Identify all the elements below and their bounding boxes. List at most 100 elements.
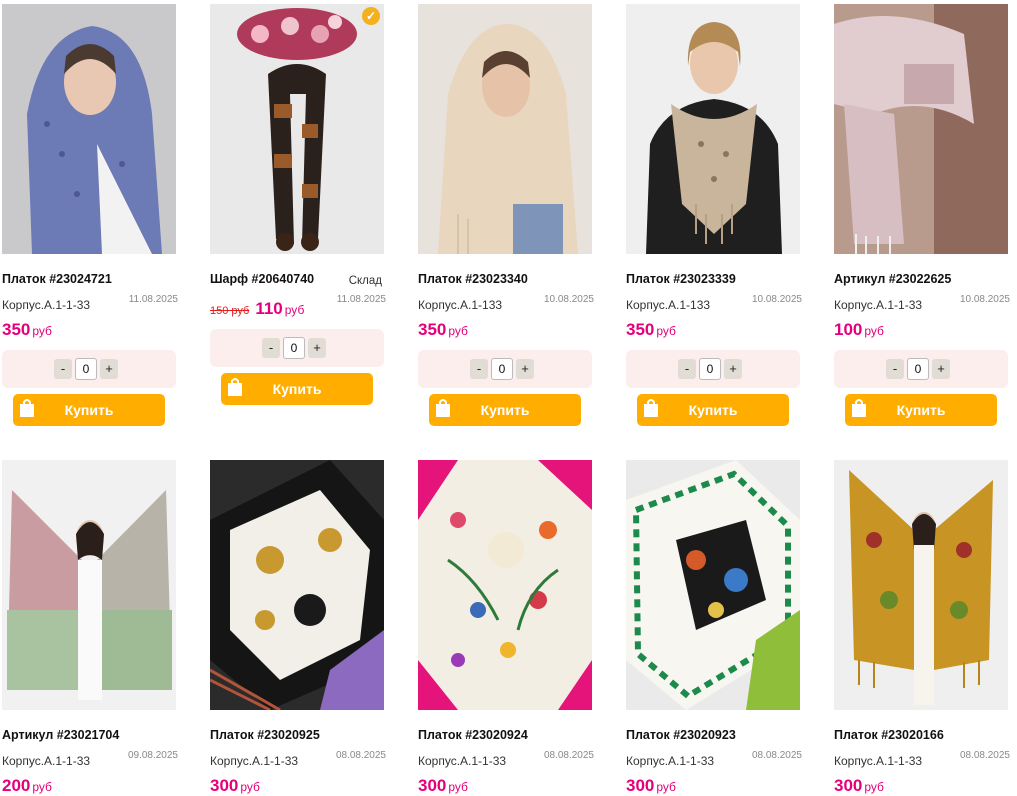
decrease-button[interactable]: - — [54, 359, 72, 379]
buy-button[interactable]: Купить — [13, 394, 165, 426]
price-value: 350 — [626, 320, 655, 339]
price-currency: руб — [864, 780, 884, 794]
product-title[interactable]: Платок #23024721 — [2, 272, 112, 286]
buy-button[interactable]: Купить — [221, 373, 373, 405]
product-price: 300 руб — [834, 776, 884, 796]
product-location: Корпус.А.1-133 — [418, 298, 503, 312]
product-price: 150 руб 110 руб — [210, 299, 304, 319]
product-photo[interactable] — [2, 4, 176, 254]
product-title[interactable]: Платок #23023339 — [626, 272, 736, 286]
decrease-button[interactable]: - — [678, 359, 696, 379]
verified-icon: ✓ — [362, 7, 380, 25]
product-title[interactable]: Платок #23020925 — [210, 728, 320, 742]
product-price: 350 руб — [2, 320, 52, 340]
decrease-button[interactable]: - — [470, 359, 488, 379]
product-card: Платок #23020923 Корпус.А.1-1-33 08.08.2… — [626, 460, 802, 796]
buy-button[interactable]: Купить — [845, 394, 997, 426]
price-currency: руб — [864, 324, 884, 338]
product-image — [834, 460, 1008, 710]
price-value: 300 — [418, 776, 447, 795]
product-image — [418, 460, 592, 710]
increase-button[interactable]: + — [724, 359, 742, 379]
quantity-input[interactable]: 0 — [75, 358, 97, 380]
increase-button[interactable]: + — [308, 338, 326, 358]
product-location: Корпус.А.1-1-33 — [210, 754, 299, 768]
product-card: Артикул #23021704 Корпус.А.1-1-33 09.08.… — [2, 460, 178, 795]
product-image — [834, 4, 1008, 254]
product-date: 10.08.2025 — [751, 294, 802, 305]
product-card: Платок #23020924 Корпус.А.1-1-33 08.08.2… — [418, 460, 594, 795]
product-photo[interactable] — [418, 4, 592, 254]
increase-button[interactable]: + — [100, 359, 118, 379]
product-image — [210, 4, 384, 254]
product-date: 08.08.2025 — [959, 750, 1010, 761]
product-date: 08.08.2025 — [335, 750, 386, 761]
product-photo[interactable] — [2, 460, 176, 710]
buy-label: Купить — [896, 402, 946, 418]
product-title[interactable]: Платок #23020923 — [626, 728, 736, 742]
product-image — [210, 460, 384, 710]
product-location: Корпус.А.1-1-33 — [418, 754, 507, 768]
product-title[interactable]: Платок #23023340 — [418, 272, 528, 286]
price-value: 100 — [834, 320, 863, 339]
product-location: Корпус.А.1-1-33 — [834, 754, 923, 768]
product-photo[interactable] — [418, 460, 592, 710]
quantity-panel: - 0 + — [834, 350, 1008, 388]
quantity-panel: - 0 + — [2, 350, 176, 388]
product-location: Корпус.А.1-133 — [626, 298, 711, 312]
product-card: Артикул #23022625 Корпус.А.1-1-33 10.08.… — [834, 4, 1010, 428]
product-title[interactable]: Платок #23020924 — [418, 728, 528, 742]
product-card: Платок #23023340 Корпус.А.1-133 10.08.20… — [418, 4, 594, 428]
price-value: 300 — [210, 776, 239, 795]
product-photo[interactable] — [210, 460, 384, 710]
old-price: 150 руб — [210, 305, 250, 317]
product-image — [418, 4, 592, 254]
buy-button[interactable]: Купить — [637, 394, 789, 426]
decrease-button[interactable]: - — [886, 359, 904, 379]
increase-button[interactable]: + — [932, 359, 950, 379]
price-currency: руб — [240, 780, 260, 794]
quantity-stepper: - 0 + — [470, 358, 534, 380]
price-currency: руб — [284, 303, 305, 317]
price-currency: руб — [656, 324, 676, 338]
product-photo[interactable] — [626, 460, 800, 710]
product-title[interactable]: Артикул #23021704 — [2, 728, 119, 742]
product-price: 350 руб — [626, 320, 676, 340]
product-title[interactable]: Шарф #20640740 — [210, 272, 314, 286]
product-photo[interactable]: ✓ — [210, 4, 384, 254]
quantity-input[interactable]: 0 — [283, 337, 305, 359]
product-title[interactable]: Платок #23020166 — [834, 728, 944, 742]
quantity-input[interactable]: 0 — [491, 358, 513, 380]
product-photo[interactable] — [834, 460, 1008, 710]
product-image — [626, 460, 800, 710]
quantity-input[interactable]: 0 — [907, 358, 929, 380]
buy-button[interactable]: Купить — [429, 394, 581, 426]
product-photo[interactable] — [626, 4, 800, 254]
product-price: 100 руб — [834, 320, 884, 340]
product-location: Корпус.А.1-1-33 — [2, 298, 91, 312]
quantity-panel: - 0 + — [210, 329, 384, 367]
product-date: 11.08.2025 — [128, 294, 178, 305]
product-card: ✓ Шарф #20640740 Склад 11.08.2025 150 ру… — [210, 4, 386, 408]
product-date: 10.08.2025 — [959, 294, 1010, 305]
price-value: 110 — [255, 299, 283, 318]
product-image — [626, 4, 800, 254]
price-value: 200 — [2, 776, 31, 795]
product-photo[interactable] — [834, 4, 1008, 254]
increase-button[interactable]: + — [516, 359, 534, 379]
product-date: 10.08.2025 — [543, 294, 594, 305]
price-currency: руб — [32, 780, 52, 794]
decrease-button[interactable]: - — [262, 338, 280, 358]
stock-label: Склад — [348, 275, 382, 287]
quantity-input[interactable]: 0 — [699, 358, 721, 380]
product-location: Корпус.А.1-1-33 — [834, 298, 923, 312]
quantity-stepper: - 0 + — [262, 337, 326, 359]
buy-label: Купить — [64, 402, 114, 418]
buy-label: Купить — [272, 381, 322, 397]
product-location: Корпус.А.1-1-33 — [626, 754, 715, 768]
product-price: 300 руб — [626, 776, 676, 796]
product-title[interactable]: Артикул #23022625 — [834, 272, 951, 286]
product-grid: Платок #23024721 Корпус.А.1-1-33 11.08.2… — [0, 0, 1017, 796]
buy-label: Купить — [480, 402, 530, 418]
price-currency: руб — [656, 780, 676, 794]
